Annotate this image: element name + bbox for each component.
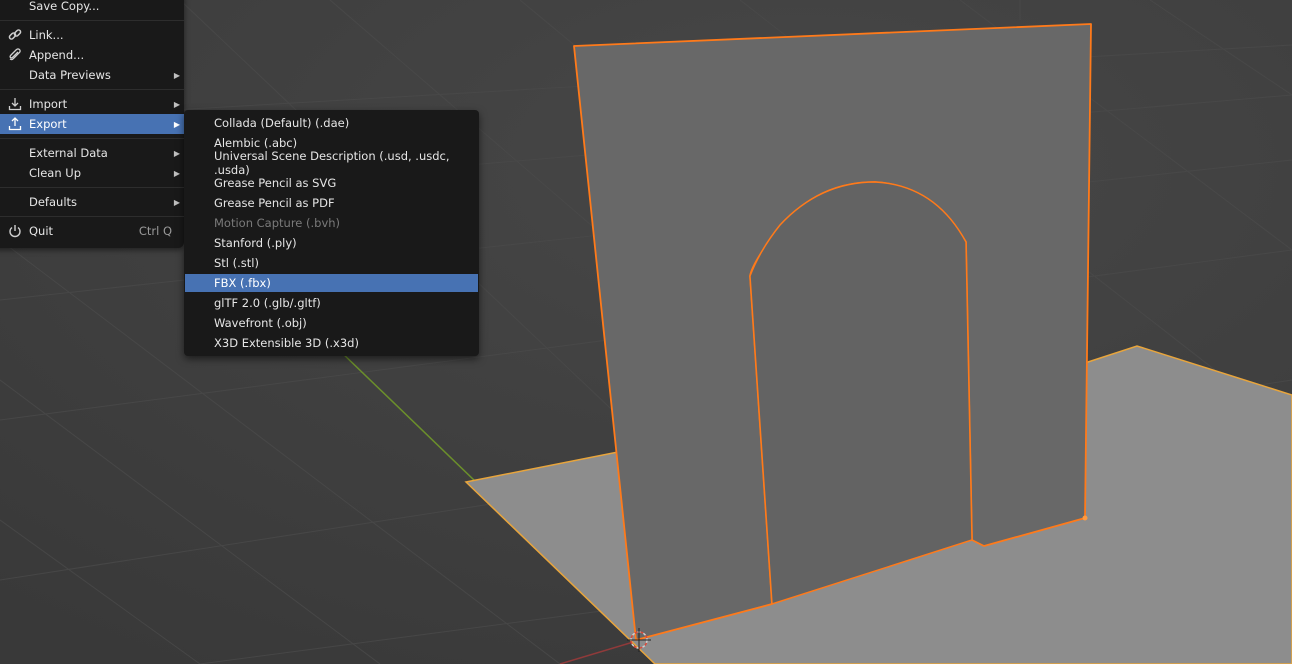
export-item-fbx[interactable]: FBX (.fbx) [185,274,478,292]
export-item-label: Universal Scene Description (.usd, .usdc… [214,149,450,177]
export-item-gltf[interactable]: glTF 2.0 (.glb/.gltf) [185,294,478,312]
menu-item-append[interactable]: Append... [0,45,184,65]
quit-shortcut: Ctrl Q [138,224,172,238]
menu-item-clean-up[interactable]: Clean Up ▶ [0,163,184,183]
export-item-stanford-ply[interactable]: Stanford (.ply) [185,234,478,252]
selected-vertex [1082,515,1088,521]
menu-item-external-data[interactable]: External Data ▶ [0,143,184,163]
save-copy-label: Save Copy... [29,0,100,13]
export-icon [6,117,24,131]
export-item-stl[interactable]: Stl (.stl) [185,254,478,272]
append-label: Append... [29,48,85,62]
submenu-arrow-icon: ▶ [173,197,180,207]
external-data-label: External Data [29,146,108,160]
menu-item-data-previews[interactable]: Data Previews ▶ [0,65,184,85]
quit-label: Quit [29,224,54,238]
submenu-arrow-icon: ▶ [173,99,180,109]
import-label: Import [29,97,68,111]
menu-item-export[interactable]: Export ▶ [0,114,184,134]
export-item-grease-pencil-svg[interactable]: Grease Pencil as SVG [185,174,478,192]
submenu-arrow-icon: ▶ [173,119,180,129]
menu-item-quit[interactable]: Quit Ctrl Q [0,221,184,241]
link-label: Link... [29,28,64,42]
menu-separator [0,138,184,139]
export-submenu: Collada (Default) (.dae) Alembic (.abc) … [184,110,479,356]
export-item-grease-pencil-pdf[interactable]: Grease Pencil as PDF [185,194,478,212]
export-label: Export [29,117,67,131]
export-item-motion-capture: Motion Capture (.bvh) [185,214,478,232]
clean-up-label: Clean Up [29,166,82,180]
menu-item-defaults[interactable]: Defaults ▶ [0,192,184,212]
export-item-label: glTF 2.0 (.glb/.gltf) [214,296,321,310]
export-item-label: Wavefront (.obj) [214,316,307,330]
export-item-label: Motion Capture (.bvh) [214,216,341,230]
export-item-x3d[interactable]: X3D Extensible 3D (.x3d) [185,334,478,352]
export-item-label: FBX (.fbx) [214,276,271,290]
menu-item-link[interactable]: Link... [0,25,184,45]
power-icon [6,224,24,238]
submenu-arrow-icon: ▶ [173,168,180,178]
menu-separator [0,20,184,21]
submenu-arrow-icon: ▶ [173,70,180,80]
menu-separator [0,216,184,217]
export-item-label: X3D Extensible 3D (.x3d) [214,336,359,350]
link-icon [6,28,24,42]
menu-separator [0,89,184,90]
data-previews-label: Data Previews [29,68,111,82]
menu-item-save-copy[interactable]: Save Copy... [0,0,184,16]
append-icon [6,48,24,62]
export-item-collada[interactable]: Collada (Default) (.dae) [185,114,478,132]
defaults-label: Defaults [29,195,78,209]
export-item-label: Grease Pencil as SVG [214,176,337,190]
export-item-label: Alembic (.abc) [214,136,298,150]
export-item-wavefront-obj[interactable]: Wavefront (.obj) [185,314,478,332]
menu-item-import[interactable]: Import ▶ [0,94,184,114]
submenu-arrow-icon: ▶ [173,148,180,158]
export-item-label: Stanford (.ply) [214,236,297,250]
export-item-label: Collada (Default) (.dae) [214,116,350,130]
file-menu: Save Copy... Link... Append... Data Prev… [0,0,184,248]
export-item-label: Stl (.stl) [214,256,259,270]
arch-opening [749,181,973,606]
export-item-label: Grease Pencil as PDF [214,196,335,210]
export-item-usd[interactable]: Universal Scene Description (.usd, .usdc… [185,149,478,177]
menu-separator [0,187,184,188]
import-icon [6,97,24,111]
